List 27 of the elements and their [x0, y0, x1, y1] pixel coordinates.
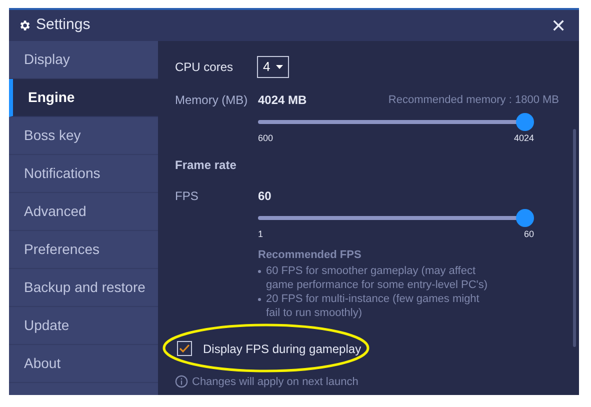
recommended-memory-text: Recommended memory : 1800 MB: [388, 92, 559, 108]
memory-value: 4024 MB: [258, 92, 307, 109]
slider-max-label: 4024: [514, 132, 534, 145]
close-button[interactable]: ✕: [547, 16, 570, 34]
fps-value: 60: [258, 188, 272, 204]
fps-label: FPS: [175, 188, 200, 204]
sidebar-item[interactable]: About: [9, 345, 158, 383]
cpu-cores-label: CPU cores: [175, 59, 234, 76]
recommended-fps-heading: Recommended FPS: [258, 248, 362, 263]
bullet-text: 20 FPS for multi-instance (few games might fail to run smoothly): [266, 292, 480, 320]
bullet-text: 60 FPS for smoother gameplay (may affect game performance for some entry-level PC's): [266, 264, 489, 292]
frame-rate-heading: Frame rate: [175, 156, 238, 174]
info-note: Changes will apply on next launch: [192, 374, 358, 390]
sidebar-item[interactable]: Backup and restore: [9, 269, 158, 307]
memory-label: Memory (MB): [175, 92, 249, 109]
slider-min-label: 1: [258, 228, 264, 240]
sidebar-item[interactable]: Boss key: [9, 117, 158, 155]
sidebar-item[interactable]: Engine: [9, 79, 158, 117]
sidebar-item[interactable]: Advanced: [9, 193, 158, 231]
checkbox-label: Display FPS during gameplay: [203, 340, 362, 358]
window-title: Settings: [36, 15, 90, 36]
sidebar-item[interactable]: Preferences: [9, 231, 158, 269]
sidebar-item[interactable]: Update: [9, 307, 158, 345]
slider-min-label: 600: [258, 132, 274, 145]
sidebar-item[interactable]: Notifications: [9, 155, 158, 193]
slider-max-label: 60: [524, 228, 534, 240]
cpu-cores-dropdown[interactable]: 4: [257, 56, 290, 78]
